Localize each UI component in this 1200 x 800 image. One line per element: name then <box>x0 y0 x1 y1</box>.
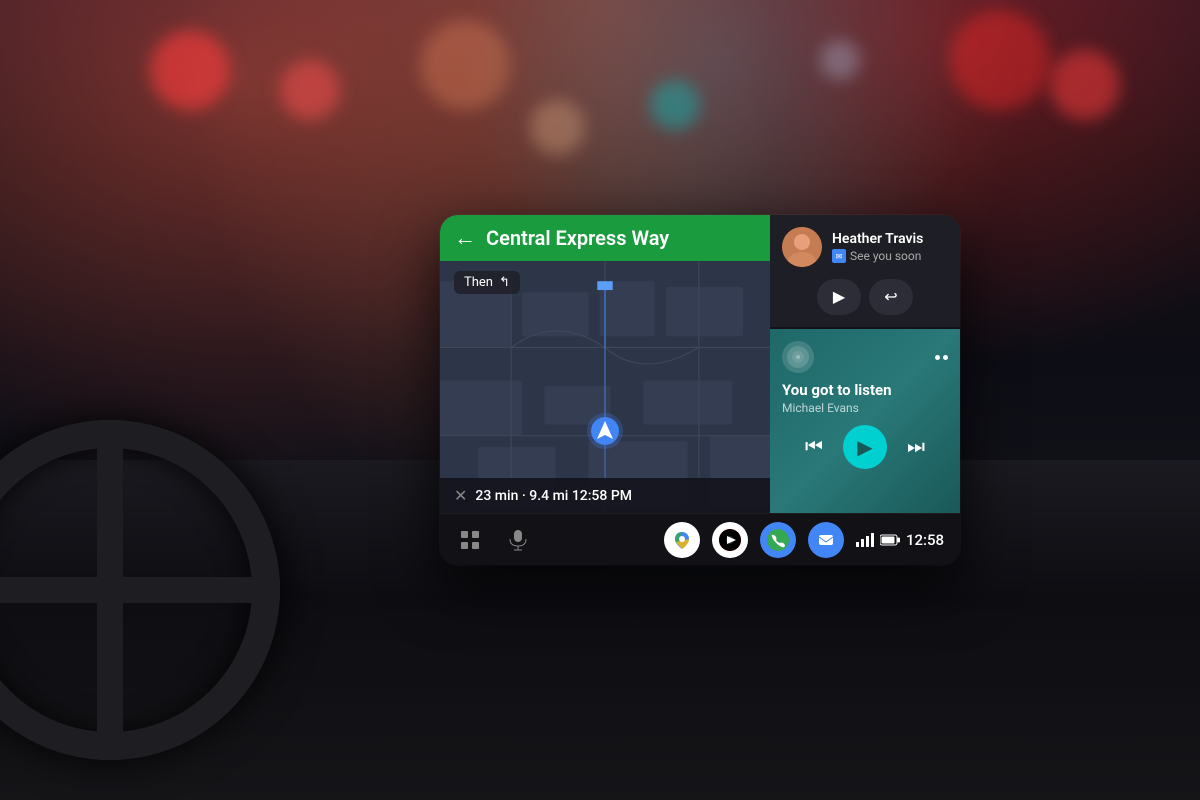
bokeh-light <box>280 60 340 120</box>
phone-app-button[interactable] <box>760 522 796 558</box>
bokeh-light <box>530 100 585 155</box>
contact-status-row: ✉ See you soon <box>832 249 948 263</box>
close-icon[interactable]: ✕ <box>454 486 467 505</box>
contact-actions: ▶ ↩ <box>782 279 948 315</box>
prev-track-button[interactable]: ⏮ <box>801 432 827 463</box>
avatar-image <box>782 227 822 267</box>
map-eta: ✕ 23 min · 9.4 mi 12:58 PM <box>440 478 770 513</box>
eta-distance: 9.4 mi <box>529 488 568 504</box>
taskbar-apps <box>656 522 852 558</box>
then-arrow-icon: ↰ <box>499 275 510 290</box>
taskbar: 12:58 <box>440 513 960 565</box>
contact-card: Heather Travis ✉ See you soon ▶ ↩ <box>770 215 960 327</box>
nav-header: ← Central Express Way <box>440 215 770 261</box>
eta-info: 23 min · 9.4 mi 12:58 PM <box>475 488 632 504</box>
bokeh-light <box>150 30 230 110</box>
google-maps-app-button[interactable] <box>664 522 700 558</box>
bokeh-light <box>820 40 860 80</box>
mic-button[interactable] <box>504 526 532 554</box>
taskbar-left <box>456 526 652 554</box>
music-card: You got to listen Michael Evans ⏮ ▶ ⏭ <box>770 329 960 513</box>
map-panel: ← Central Express Way Then ↰ <box>440 215 770 513</box>
avatar <box>782 227 822 267</box>
battery-icon <box>880 534 900 546</box>
message-icon: ✉ <box>832 249 846 263</box>
navigation-arrow-icon <box>587 413 623 449</box>
play-pause-button[interactable]: ▶ <box>843 425 887 469</box>
contact-details: Heather Travis ✉ See you soon <box>832 231 948 264</box>
nav-then: Then ↰ <box>454 271 520 294</box>
music-top-row <box>782 341 948 373</box>
music-card-content: You got to listen Michael Evans ⏮ ▶ ⏭ <box>782 341 948 469</box>
dot-active-2 <box>943 355 948 360</box>
album-icon <box>782 341 814 373</box>
right-widgets: Heather Travis ✉ See you soon ▶ ↩ <box>770 215 960 513</box>
bokeh-light <box>1050 50 1120 120</box>
screen-content: ← Central Express Way Then ↰ <box>440 215 960 565</box>
steering-wheel <box>0 420 280 760</box>
dot-active <box>935 355 940 360</box>
time-display: 12:58 <box>906 531 944 549</box>
bokeh-light <box>950 10 1050 110</box>
location-marker <box>587 413 623 453</box>
music-progress-dots <box>935 355 948 360</box>
eta-time: 23 min <box>475 488 518 504</box>
messages-app-button[interactable] <box>808 522 844 558</box>
bokeh-light <box>650 80 700 130</box>
music-title: You got to listen <box>782 381 948 399</box>
play-message-button[interactable]: ▶ <box>817 279 861 315</box>
music-controls: ⏮ ▶ ⏭ <box>782 425 948 469</box>
bokeh-light <box>420 20 510 110</box>
contact-message: See you soon <box>850 249 921 263</box>
next-track-button[interactable]: ⏭ <box>903 432 929 463</box>
turn-arrow-icon: ← <box>454 225 476 251</box>
then-label: Then <box>464 275 493 290</box>
reply-button[interactable]: ↩ <box>869 279 913 315</box>
signal-bars-icon <box>856 533 874 547</box>
app-grid-button[interactable] <box>456 526 484 554</box>
eta-clock: 12:58 PM <box>572 488 632 504</box>
music-artist: Michael Evans <box>782 401 948 415</box>
android-auto-screen: ← Central Express Way Then ↰ <box>440 215 960 565</box>
taskbar-right: 12:58 <box>856 531 944 549</box>
main-content-row: ← Central Express Way Then ↰ <box>440 215 960 513</box>
youtube-music-app-button[interactable] <box>712 522 748 558</box>
contact-info: Heather Travis ✉ See you soon <box>782 227 948 267</box>
contact-name: Heather Travis <box>832 231 948 248</box>
street-name: Central Express Way <box>486 226 756 250</box>
